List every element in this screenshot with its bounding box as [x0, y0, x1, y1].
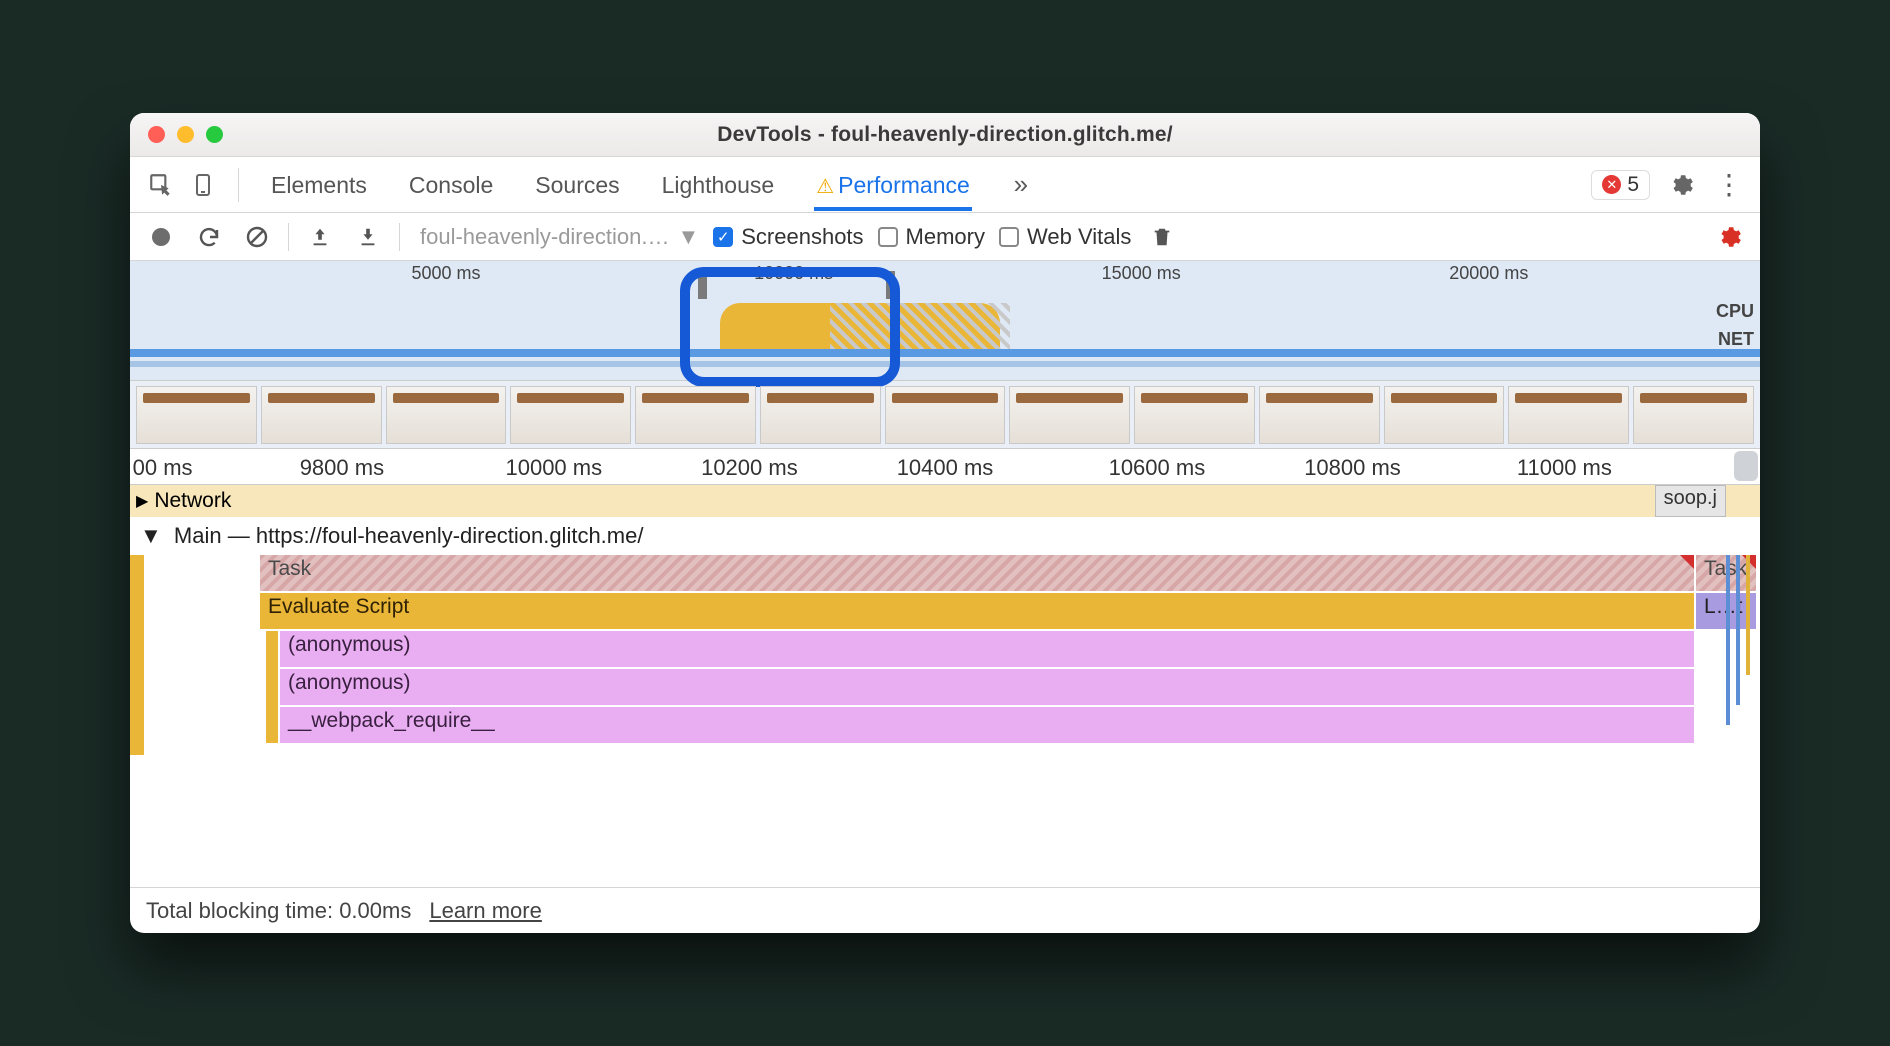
filmstrip-thumb[interactable]: [885, 386, 1006, 444]
filmstrip-thumb[interactable]: [1633, 386, 1754, 444]
filmstrip-thumb[interactable]: [1508, 386, 1629, 444]
chevron-down-icon: ▼: [677, 224, 699, 250]
overview-handle-right[interactable]: [886, 271, 895, 299]
detail-time-axis[interactable]: 00 ms 9800 ms 10000 ms 10200 ms 10400 ms…: [130, 449, 1760, 485]
filmstrip-thumb[interactable]: [1384, 386, 1505, 444]
warning-icon: ⚠: [816, 176, 834, 198]
overview-handle-left[interactable]: [698, 271, 707, 299]
expand-icon: ▶: [136, 491, 148, 511]
overview-lane-labels: CPU NET: [1716, 297, 1754, 353]
main-track-header[interactable]: ▼ Main — https://foul-heavenly-direction…: [130, 517, 1760, 555]
filmstrip-thumb[interactable]: [386, 386, 507, 444]
flame-row-task[interactable]: Task: [260, 555, 1694, 591]
screenshots-checkbox[interactable]: ✓Screenshots: [713, 224, 863, 250]
inspect-element-icon[interactable]: [144, 168, 178, 202]
error-count: 5: [1627, 173, 1639, 197]
tab-elements[interactable]: Elements: [269, 158, 369, 211]
cpu-label: CPU: [1716, 297, 1754, 325]
filmstrip-thumb[interactable]: [1009, 386, 1130, 444]
tbt-label: Total blocking time: 0.00ms: [146, 898, 411, 924]
collect-garbage-icon[interactable]: [1145, 220, 1179, 254]
error-icon: ✕: [1602, 175, 1621, 194]
tab-performance-label: Performance: [838, 172, 970, 198]
overview-ticks: 5000 ms 10000 ms 15000 ms 20000 ms: [130, 261, 1710, 283]
recording-selector-label: foul-heavenly-direction.…: [420, 224, 669, 250]
flame-row-webpack-require[interactable]: __webpack_require__: [280, 707, 1694, 743]
collapse-icon: ▼: [140, 523, 162, 548]
more-tabs-button[interactable]: »: [1004, 168, 1038, 202]
tab-console[interactable]: Console: [407, 158, 495, 211]
timeline-overview[interactable]: 5000 ms 10000 ms 15000 ms 20000 ms CPU N…: [130, 261, 1760, 381]
web-vitals-label: Web Vitals: [1027, 224, 1131, 250]
axis-tick: 9800 ms: [300, 455, 384, 481]
tab-lighthouse[interactable]: Lighthouse: [660, 158, 777, 211]
overview-tick: 15000 ms: [1102, 263, 1181, 284]
main-track-prefix: Main —: [174, 523, 256, 548]
recording-selector[interactable]: foul-heavenly-direction.… ▼: [420, 224, 699, 250]
reload-record-button[interactable]: [192, 220, 226, 254]
learn-more-link[interactable]: Learn more: [429, 898, 542, 924]
axis-tick: 10400 ms: [897, 455, 994, 481]
flame-nest-stripe: [266, 631, 278, 743]
window-title: DevTools - foul-heavenly-direction.glitc…: [130, 123, 1760, 147]
clear-button[interactable]: [240, 220, 274, 254]
devtools-tabbar: Elements Console Sources Lighthouse ⚠Per…: [130, 157, 1760, 213]
screenshots-label: Screenshots: [741, 224, 863, 250]
filmstrip-thumb[interactable]: [1134, 386, 1255, 444]
device-toolbar-icon[interactable]: [186, 168, 220, 202]
network-track-label: Network: [154, 489, 231, 513]
memory-checkbox[interactable]: Memory: [878, 224, 985, 250]
overview-cpu-hump: [710, 291, 1010, 349]
network-resource-chip[interactable]: soop.j: [1655, 485, 1726, 517]
screenshot-filmstrip[interactable]: [130, 381, 1760, 449]
overview-tick: 10000 ms: [754, 263, 833, 284]
axis-tick: 00 ms: [133, 455, 193, 481]
axis-tick: 11000 ms: [1517, 455, 1612, 481]
status-bar: Total blocking time: 0.00ms Learn more: [130, 887, 1760, 933]
performance-toolbar: foul-heavenly-direction.… ▼ ✓Screenshots…: [130, 213, 1760, 261]
filmstrip-thumb[interactable]: [510, 386, 631, 444]
devtools-window: DevTools - foul-heavenly-direction.glitc…: [130, 113, 1760, 933]
filmstrip-thumb[interactable]: [261, 386, 382, 444]
load-profile-icon[interactable]: [303, 220, 337, 254]
tab-performance[interactable]: ⚠Performance: [814, 158, 972, 211]
filmstrip-thumb[interactable]: [635, 386, 756, 444]
filmstrip-thumb[interactable]: [760, 386, 881, 444]
axis-tick: 10800 ms: [1304, 455, 1401, 481]
overview-tick: 5000 ms: [411, 263, 480, 284]
overview-net-bar: [130, 361, 1760, 367]
overview-frame-bar: [130, 349, 1760, 357]
web-vitals-checkbox[interactable]: Web Vitals: [999, 224, 1131, 250]
error-count-badge[interactable]: ✕ 5: [1591, 170, 1650, 200]
net-label: NET: [1716, 325, 1754, 353]
save-profile-icon[interactable]: [351, 220, 385, 254]
tab-sources[interactable]: Sources: [533, 158, 621, 211]
overview-tick: 20000 ms: [1449, 263, 1528, 284]
main-track-url: https://foul-heavenly-direction.glitch.m…: [256, 523, 644, 548]
flame-mini-markers: [1722, 555, 1756, 755]
axis-tick: 10000 ms: [505, 455, 602, 481]
network-track-header[interactable]: ▶ Network soop.j: [130, 485, 1760, 517]
axis-tick: 10600 ms: [1109, 455, 1206, 481]
titlebar: DevTools - foul-heavenly-direction.glitc…: [130, 113, 1760, 157]
record-button[interactable]: [144, 220, 178, 254]
flame-chart[interactable]: Task Task Evaluate Script L…t (anonymous…: [130, 555, 1760, 755]
flame-row-anonymous-1[interactable]: (anonymous): [280, 631, 1694, 667]
scrollbar-corner[interactable]: [1734, 451, 1758, 481]
settings-gear-icon[interactable]: [1664, 168, 1698, 202]
axis-tick: 10200 ms: [701, 455, 798, 481]
kebab-menu-icon[interactable]: ⋮: [1712, 168, 1746, 202]
panel-tabs: Elements Console Sources Lighthouse ⚠Per…: [269, 158, 972, 211]
filmstrip-thumb[interactable]: [1259, 386, 1380, 444]
capture-settings-gear-icon[interactable]: [1712, 220, 1746, 254]
flame-row-anonymous-2[interactable]: (anonymous): [280, 669, 1694, 705]
filmstrip-thumb[interactable]: [136, 386, 257, 444]
flame-row-evaluate-script[interactable]: Evaluate Script: [260, 593, 1694, 629]
memory-label: Memory: [906, 224, 985, 250]
flame-left-stripe: [130, 555, 144, 755]
